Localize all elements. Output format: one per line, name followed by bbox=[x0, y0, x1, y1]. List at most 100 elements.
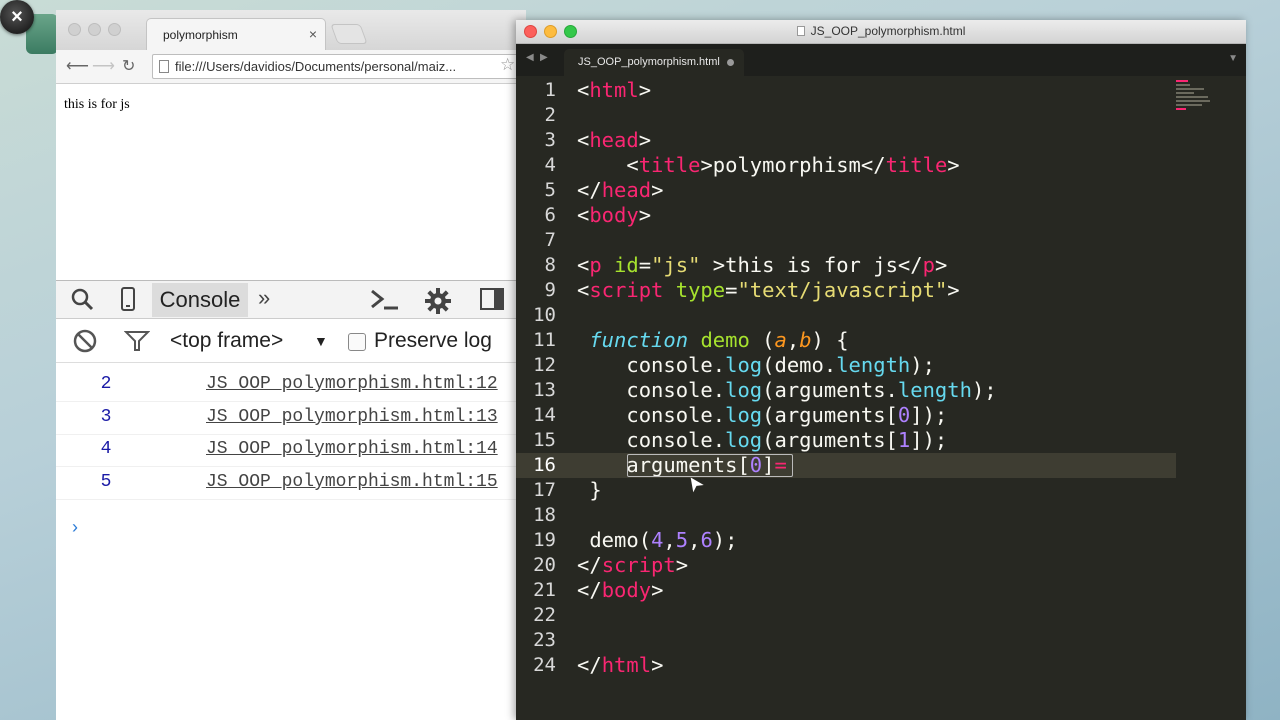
console-drawer-icon[interactable] bbox=[370, 287, 400, 317]
page-content: this is for js bbox=[56, 85, 526, 280]
code-area[interactable]: 1 <html> 2 3 <head> 4 <title>polymorphism<… bbox=[516, 78, 1176, 678]
code-line: 17 } bbox=[516, 478, 1176, 503]
line-number: 17 bbox=[533, 479, 556, 501]
log-source-link[interactable]: JS_OOP_polymorphism.html:12 bbox=[206, 374, 498, 394]
more-tabs-icon[interactable]: » bbox=[258, 285, 270, 311]
close-window-button[interactable] bbox=[68, 23, 81, 36]
gear-icon[interactable] bbox=[424, 287, 452, 321]
selection-highlight bbox=[627, 454, 793, 477]
line-number: 6 bbox=[544, 204, 556, 226]
document-icon bbox=[796, 26, 805, 36]
code-text: </head> bbox=[577, 178, 664, 202]
frame-selector[interactable]: <top frame> bbox=[170, 329, 283, 353]
code-text: console.log(arguments.length); bbox=[577, 378, 997, 402]
tab-console-label: Console bbox=[159, 287, 241, 312]
new-tab-button[interactable] bbox=[330, 24, 368, 44]
browser-tabbar: polymorphism × bbox=[56, 10, 526, 50]
code-line: 15 console.log(arguments[1]); bbox=[516, 428, 1176, 453]
line-number: 3 bbox=[544, 129, 556, 151]
browser-window: polymorphism × ⟵ ⟶ ↻ file:///Users/david… bbox=[56, 10, 526, 720]
reload-icon[interactable]: ↻ bbox=[122, 56, 135, 76]
line-number: 14 bbox=[533, 404, 556, 426]
filter-icon[interactable] bbox=[123, 330, 151, 358]
editor-tab-label: JS_OOP_polymorphism.html bbox=[578, 56, 720, 68]
browser-tab[interactable]: polymorphism × bbox=[146, 18, 326, 50]
code-line: 21 </body> bbox=[516, 578, 1176, 603]
preserve-log-checkbox[interactable] bbox=[348, 333, 366, 351]
code-line: 11 function demo (a,b) { bbox=[516, 328, 1176, 353]
console-filterbar: <top frame> ▼ Preserve log bbox=[56, 319, 526, 363]
editor-tab[interactable]: JS_OOP_polymorphism.html bbox=[564, 49, 744, 76]
code-line-current: 16 arguments[0]= bbox=[516, 453, 1176, 478]
code-text: <script type="text/javascript"> bbox=[577, 278, 960, 302]
console-prompt-icon[interactable]: › bbox=[72, 517, 78, 538]
line-number: 4 bbox=[544, 154, 556, 176]
forward-arrow-icon[interactable]: ⟶ bbox=[92, 56, 115, 76]
desktop-close-icon[interactable]: × bbox=[0, 0, 34, 34]
code-line: 19 demo(4,5,6); bbox=[516, 528, 1176, 553]
code-text: <html> bbox=[577, 78, 652, 102]
line-number: 16 bbox=[533, 454, 556, 476]
preserve-log-label: Preserve log bbox=[374, 329, 492, 352]
log-value: 2 bbox=[100, 374, 112, 394]
chevron-down-icon[interactable]: ▼ bbox=[1228, 53, 1238, 64]
device-mode-icon[interactable] bbox=[120, 287, 136, 317]
editor-titlebar: JS_OOP_polymorphism.html bbox=[516, 20, 1246, 44]
line-number: 20 bbox=[533, 554, 556, 576]
address-bar[interactable]: file:///Users/davidios/Documents/persona… bbox=[152, 54, 526, 79]
editor-window: JS_OOP_polymorphism.html ◀ ▶ JS_OOP_poly… bbox=[516, 20, 1246, 720]
line-number: 15 bbox=[533, 429, 556, 451]
browser-tab-title: polymorphism bbox=[163, 27, 238, 42]
minimap[interactable] bbox=[1176, 78, 1226, 138]
code-line: 18 bbox=[516, 503, 1176, 528]
chevron-down-icon[interactable]: ▼ bbox=[314, 333, 328, 349]
log-value: 5 bbox=[100, 472, 112, 492]
browser-toolbar: ⟵ ⟶ ↻ file:///Users/davidios/Documents/p… bbox=[56, 50, 526, 84]
devtools-panel: Console » <top frame> ▼ Preserve log 2 J… bbox=[56, 280, 526, 720]
clear-console-icon[interactable] bbox=[72, 328, 98, 360]
log-source-link[interactable]: JS_OOP_polymorphism.html:14 bbox=[206, 439, 498, 459]
console-log-row: 4 JS_OOP_polymorphism.html:14 bbox=[56, 434, 526, 467]
line-number: 7 bbox=[544, 229, 556, 251]
tab-scroll-right-icon[interactable]: ▶ bbox=[540, 52, 548, 63]
code-text: console.log(demo.length); bbox=[577, 353, 935, 377]
code-text: <title>polymorphism</title> bbox=[626, 153, 960, 177]
code-text: console.log(arguments[1]); bbox=[577, 428, 948, 452]
code-line: 10 bbox=[516, 303, 1176, 328]
code-line: 14 console.log(arguments[0]); bbox=[516, 403, 1176, 428]
code-text: </body> bbox=[577, 578, 664, 602]
code-text: </script> bbox=[577, 553, 689, 577]
code-line: 24 </html> bbox=[516, 653, 1176, 678]
console-log-row: 2 JS_OOP_polymorphism.html:12 bbox=[56, 369, 526, 402]
code-line: 12 console.log(demo.length); bbox=[516, 353, 1176, 378]
zoom-window-button[interactable] bbox=[108, 23, 121, 36]
log-value: 4 bbox=[100, 439, 112, 459]
back-arrow-icon[interactable]: ⟵ bbox=[66, 56, 89, 76]
code-line: 23 bbox=[516, 628, 1176, 653]
line-number: 2 bbox=[544, 104, 556, 126]
console-log-row: 5 JS_OOP_polymorphism.html:15 bbox=[56, 467, 526, 500]
line-number: 18 bbox=[533, 504, 556, 526]
code-line: 13 console.log(arguments.length); bbox=[516, 378, 1176, 403]
log-source-link[interactable]: JS_OOP_polymorphism.html:13 bbox=[206, 407, 498, 427]
code-line: 7 bbox=[516, 228, 1176, 253]
line-number: 12 bbox=[533, 354, 556, 376]
code-text: <head> bbox=[577, 128, 652, 152]
line-number: 11 bbox=[533, 329, 556, 351]
tab-close-icon[interactable]: × bbox=[309, 26, 317, 42]
code-line: 4 <title>polymorphism</title> bbox=[516, 153, 1176, 178]
search-icon[interactable] bbox=[70, 287, 94, 317]
line-number: 22 bbox=[533, 604, 556, 626]
log-source-link[interactable]: JS_OOP_polymorphism.html:15 bbox=[206, 472, 498, 492]
dock-side-icon[interactable] bbox=[480, 287, 504, 317]
line-number: 24 bbox=[533, 654, 556, 676]
code-line: 22 bbox=[516, 603, 1176, 628]
code-text: function demo (a,b) { bbox=[589, 328, 849, 352]
unsaved-dot-icon[interactable] bbox=[727, 59, 734, 66]
line-number: 23 bbox=[533, 629, 556, 651]
minimize-window-button[interactable] bbox=[88, 23, 101, 36]
tab-console[interactable]: Console bbox=[152, 283, 248, 317]
console-log-row: 3 JS_OOP_polymorphism.html:13 bbox=[56, 402, 526, 435]
bookmark-star-icon[interactable]: ☆ bbox=[500, 55, 515, 75]
tab-scroll-left-icon[interactable]: ◀ bbox=[526, 52, 534, 63]
